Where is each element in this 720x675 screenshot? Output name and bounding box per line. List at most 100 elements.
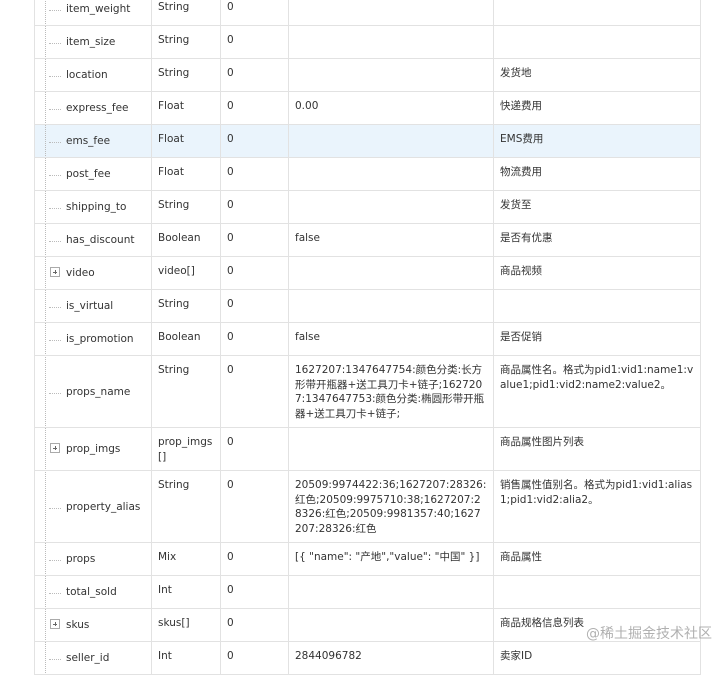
expand-plus-icon[interactable] [50, 443, 60, 453]
tree-branch-line [49, 208, 61, 209]
field-example-cell [288, 608, 494, 642]
tree-guide-line [45, 59, 46, 91]
table-body: item_weight String 0 item_size String 0 locati… [34, 0, 701, 675]
field-name: skus [66, 619, 90, 632]
field-name: props [66, 553, 96, 566]
table-row[interactable]: shipping_to String 0 发货至 [34, 190, 701, 224]
field-name: shipping_to [66, 201, 127, 214]
expand-plus-icon[interactable] [50, 267, 60, 277]
tree-branch-line [49, 142, 61, 143]
field-name-cell: total_sold [34, 575, 152, 609]
table-row[interactable]: video video[] 0 商品视频 [34, 256, 701, 290]
field-name-cell: express_fee [34, 91, 152, 125]
table-row[interactable]: seller_id Int 0 2844096782 卖家ID [34, 641, 701, 675]
field-description-cell: 发货至 [493, 190, 701, 224]
table-row[interactable]: property_alias String 0 20509:9974422:36;16… [34, 470, 701, 543]
tree-guide-line [45, 224, 46, 256]
tree-guide-line [45, 257, 46, 289]
tree-branch-line [49, 593, 61, 594]
field-example-cell [288, 0, 494, 26]
field-name-cell: ems_fee [34, 124, 152, 158]
field-example-cell: false [288, 322, 494, 356]
field-example-cell: [{ "name": "产地","value": "中国" }] [288, 542, 494, 576]
tree-branch-line [49, 659, 61, 660]
field-example-cell [288, 289, 494, 323]
field-name: is_promotion [66, 333, 134, 346]
field-type-cell: Float [151, 124, 221, 158]
field-description-cell: 商品视频 [493, 256, 701, 290]
table-row[interactable]: props Mix 0[{ "name": "产地","value": "中国" }… [34, 542, 701, 576]
tree-guide-line [45, 576, 46, 608]
field-name-cell: is_virtual [34, 289, 152, 323]
field-example-cell [288, 427, 494, 471]
tree-guide-line [45, 323, 46, 355]
table-row[interactable]: prop_imgs prop_imgs[] 0 商品属性图片列表 [34, 427, 701, 471]
field-required-cell: 0 [220, 25, 289, 59]
tree-branch-line [49, 392, 61, 394]
field-description-cell: 商品属性 [493, 542, 701, 576]
field-description-cell [493, 25, 701, 59]
field-name-cell: props_name [34, 355, 152, 428]
field-example-cell [288, 157, 494, 191]
field-description-cell: 物流费用 [493, 157, 701, 191]
field-name-cell: seller_id [34, 641, 152, 675]
site-watermark: @稀土掘金技术社区 [586, 626, 712, 642]
tree-guide-line [45, 609, 46, 641]
tree-branch-line [49, 175, 61, 176]
field-required-cell: 0 [220, 256, 289, 290]
field-example-cell [288, 256, 494, 290]
table-row[interactable]: ems_fee Float 0 EMS费用 [34, 124, 701, 158]
field-required-cell: 0 [220, 575, 289, 609]
tree-guide-line [45, 125, 46, 157]
table-row[interactable]: item_weight String 0 [34, 0, 701, 26]
table-row[interactable]: is_promotion Boolean 0 false 是否促销 [34, 322, 701, 356]
field-type-cell: Boolean [151, 223, 221, 257]
table-row[interactable]: is_virtual String 0 [34, 289, 701, 323]
field-description-cell: 商品属性图片列表 [493, 427, 701, 471]
field-required-cell: 0 [220, 641, 289, 675]
field-required-cell: 0 [220, 542, 289, 576]
tree-guide-line [45, 471, 46, 542]
field-description-cell: 是否促销 [493, 322, 701, 356]
table-row[interactable]: has_discount Boolean 0 false 是否有优惠 [34, 223, 701, 257]
table-row[interactable]: post_fee Float 0 物流费用 [34, 157, 701, 191]
field-name: property_alias [66, 500, 141, 513]
field-name-cell: shipping_to [34, 190, 152, 224]
tree-guide-line [45, 290, 46, 322]
field-required-cell: 0 [220, 355, 289, 428]
field-description-cell: 快递费用 [493, 91, 701, 125]
table-row[interactable]: item_size String 0 [34, 25, 701, 59]
field-example-cell: false [288, 223, 494, 257]
field-required-cell: 0 [220, 289, 289, 323]
field-name: location [66, 69, 108, 82]
field-description-cell [493, 575, 701, 609]
field-required-cell: 0 [220, 470, 289, 543]
table-row[interactable]: location String 0 发货地 [34, 58, 701, 92]
field-description-cell: 卖家ID [493, 641, 701, 675]
tree-guide-line [45, 191, 46, 223]
field-description-cell: EMS费用 [493, 124, 701, 158]
tree-guide-line [45, 543, 46, 575]
table-row[interactable]: express_fee Float 0 0.00 快递费用 [34, 91, 701, 125]
field-name: prop_imgs [66, 443, 121, 456]
expand-plus-icon[interactable] [50, 619, 60, 629]
field-name-cell: post_fee [34, 157, 152, 191]
table-row[interactable]: total_sold Int 0 [34, 575, 701, 609]
field-type-cell: String [151, 0, 221, 26]
field-name: post_fee [66, 168, 111, 181]
field-description-cell: 商品属性名。格式为pid1:vid1:name1:value1;pid1:vid… [493, 355, 701, 428]
field-name: props_name [66, 385, 131, 398]
field-type-cell: Float [151, 91, 221, 125]
field-name: item_weight [66, 3, 131, 16]
field-required-cell: 0 [220, 427, 289, 471]
table-row[interactable]: props_name String 0 1627207:1347647754:颜色分类… [34, 355, 701, 428]
field-example-cell: 1627207:1347647754:颜色分类:长方形带开瓶器+送工具刀卡+链子… [288, 355, 494, 428]
tree-branch-line [49, 560, 61, 561]
field-example-cell [288, 190, 494, 224]
field-required-cell: 0 [220, 124, 289, 158]
field-name: item_size [66, 36, 116, 49]
field-description-cell: 销售属性值别名。格式为pid1:vid1:alias1;pid1:vid2:al… [493, 470, 701, 543]
field-type-cell: String [151, 25, 221, 59]
field-name-cell: item_weight [34, 0, 152, 26]
field-description-cell: 是否有优惠 [493, 223, 701, 257]
